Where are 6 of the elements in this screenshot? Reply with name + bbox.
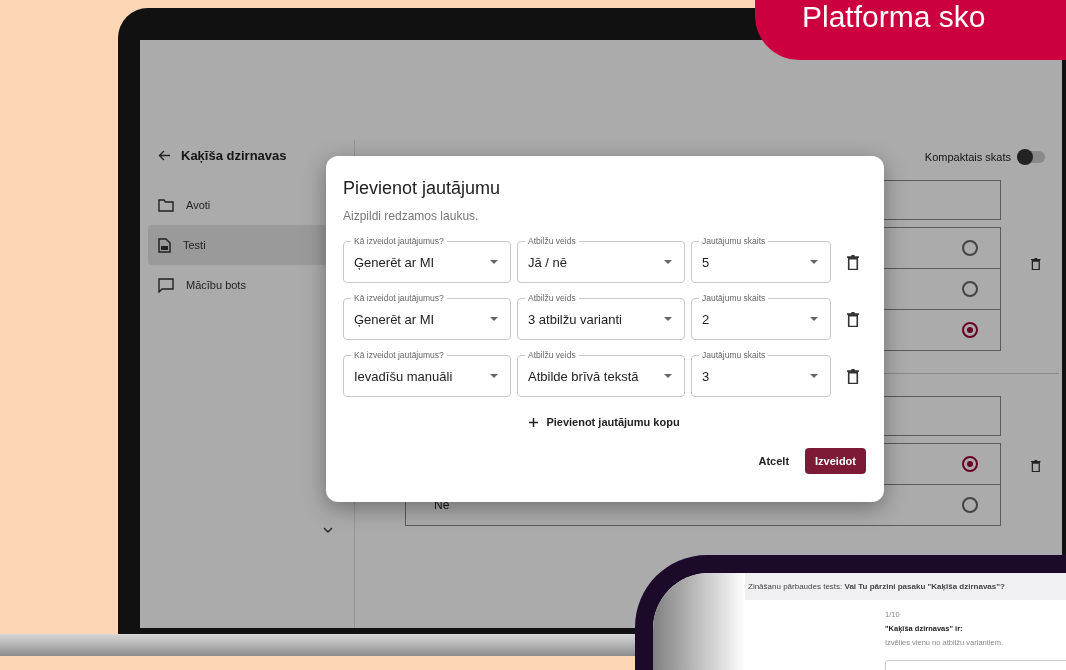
quiz-title: Zināšanu pārbaudes tests: Vai Tu pārzini pasaku "Kaķīša dzirnavas"? [748, 582, 1005, 591]
toggle-label: Kompaktais skats [924, 151, 1011, 163]
banner-title: Platforma sko [802, 0, 986, 33]
dialog-subtitle: Aizpildi redzamos laukus. [343, 209, 480, 223]
dialog-title: Pievienot jautājumu [343, 178, 502, 199]
course-title: Kaķīša dzirnavas [181, 148, 287, 163]
